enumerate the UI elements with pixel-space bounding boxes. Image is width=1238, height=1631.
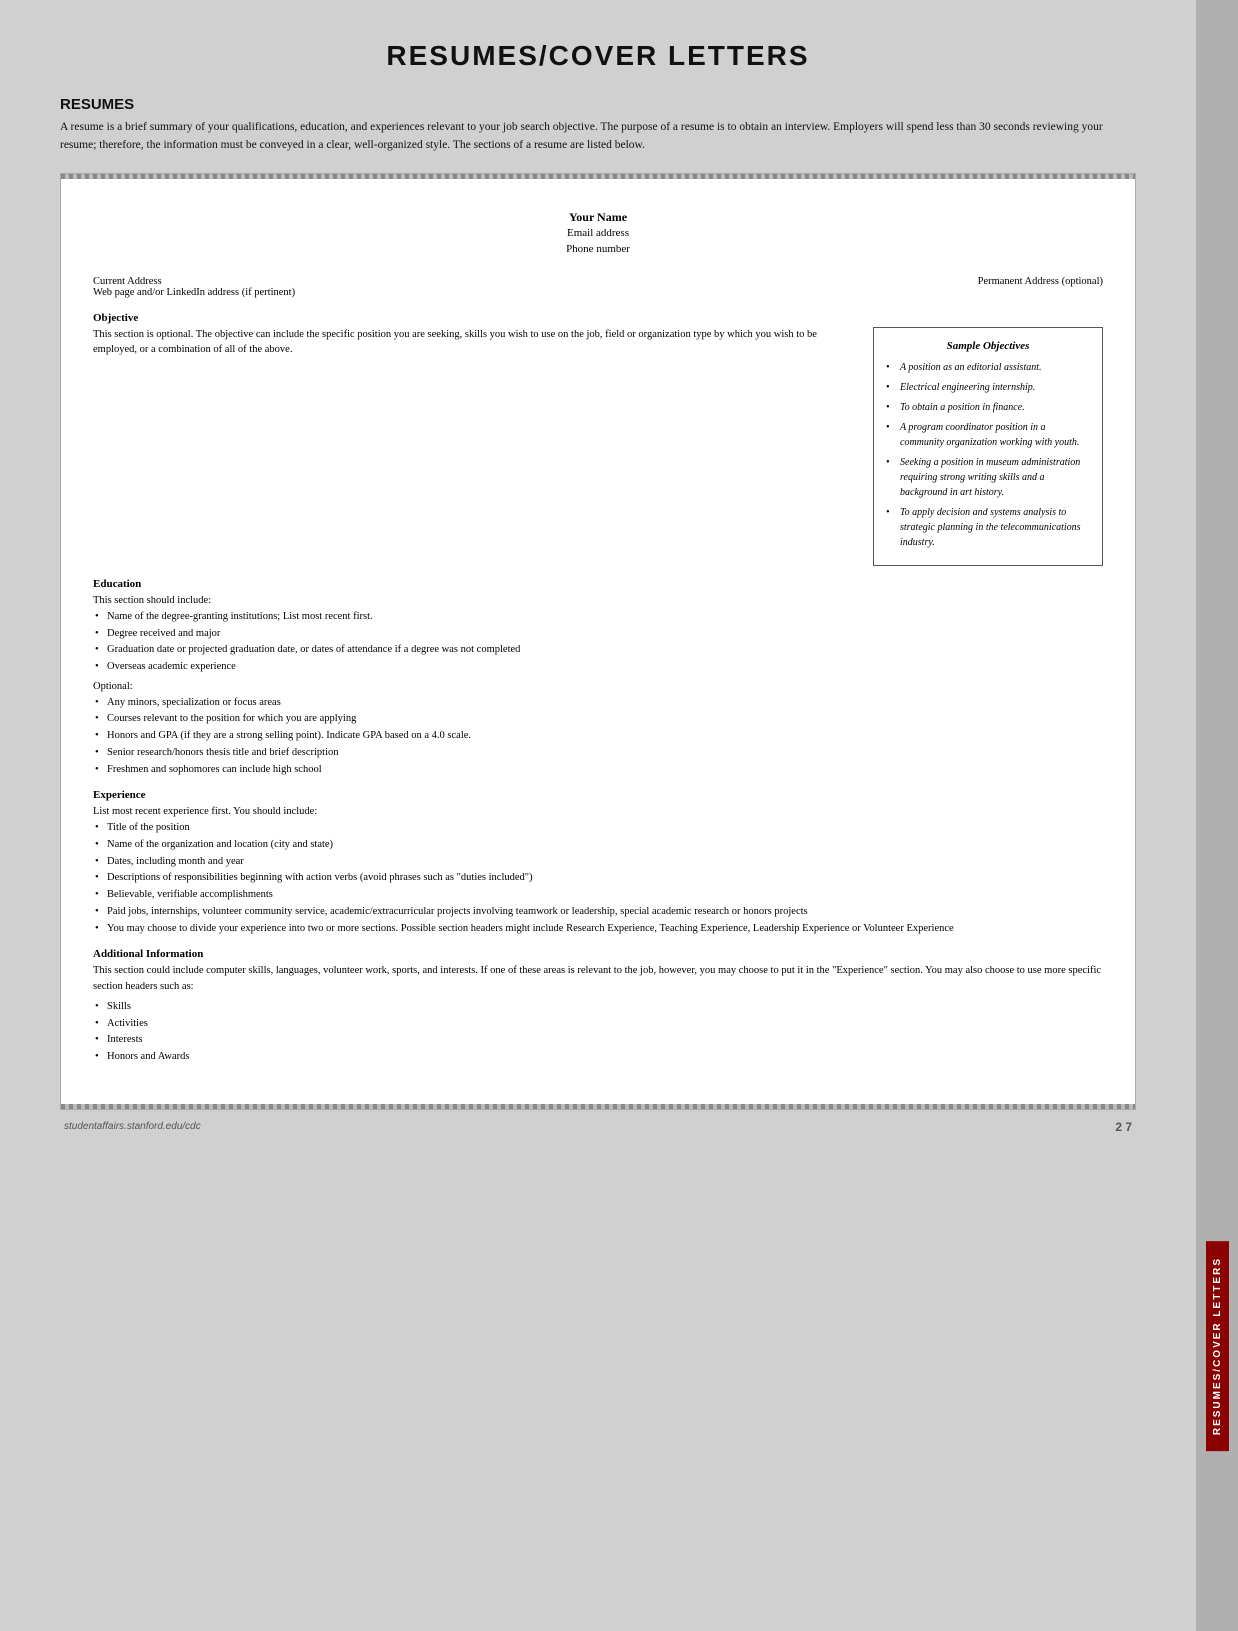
list-item: Activities	[93, 1016, 1103, 1032]
education-intro: This section should include:	[93, 593, 1103, 609]
list-item: To apply decision and systems analysis t…	[886, 505, 1090, 550]
sample-objectives-list: A position as an editorial assistant. El…	[886, 360, 1090, 550]
list-item: Senior research/honors thesis title and …	[93, 745, 1103, 761]
education-optional-label: Optional:	[93, 679, 1103, 695]
right-sidebar: RESUMES/COVER LETTERS	[1196, 0, 1238, 1631]
list-item: Paid jobs, internships, volunteer commun…	[93, 904, 1103, 920]
list-item: Skills	[93, 999, 1103, 1015]
page-footer: studentaffairs.stanford.edu/cdc 2 7	[60, 1120, 1136, 1134]
list-item: A program coordinator position in a comm…	[886, 420, 1090, 450]
sidebar-tab: RESUMES/COVER LETTERS	[1206, 1241, 1229, 1451]
experience-intro: List most recent experience first. You s…	[93, 804, 1103, 820]
education-section: Education This section should include: N…	[93, 578, 1103, 777]
experience-list: Title of the position Name of the organi…	[93, 820, 1103, 936]
list-item: Believable, verifiable accomplishments	[93, 887, 1103, 903]
resume-template-box: Your Name Email address Phone number Cur…	[60, 173, 1136, 1110]
education-body: This section should include: Name of the…	[93, 593, 1103, 777]
list-item: Name of the organization and location (c…	[93, 837, 1103, 853]
web-label: Web page and/or LinkedIn address (if per…	[93, 287, 978, 298]
page-title: RESUMES/COVER LETTERS	[60, 40, 1136, 72]
objective-row: This section is optional. The objective …	[93, 327, 1103, 567]
list-item: Freshmen and sophomores can include high…	[93, 762, 1103, 778]
current-address-block: Current Address Web page and/or LinkedIn…	[93, 276, 978, 298]
additional-title: Additional Information	[93, 948, 1103, 960]
list-item: Overseas academic experience	[93, 659, 1103, 675]
list-item: Name of the degree-granting institutions…	[93, 609, 1103, 625]
education-optional-list: Any minors, specialization or focus area…	[93, 695, 1103, 778]
list-item: Seeking a position in museum administrat…	[886, 455, 1090, 500]
experience-body: List most recent experience first. You s…	[93, 804, 1103, 936]
list-item: You may choose to divide your experience…	[93, 921, 1103, 937]
permanent-address-label: Permanent Address (optional)	[978, 276, 1103, 287]
additional-section: Additional Information This section coul…	[93, 948, 1103, 1065]
education-required-list: Name of the degree-granting institutions…	[93, 609, 1103, 675]
additional-body: This section could include computer skil…	[93, 963, 1103, 1065]
list-item: Honors and GPA (if they are a strong sel…	[93, 728, 1103, 744]
resumes-intro-text: A resume is a brief summary of your qual…	[60, 119, 1136, 155]
objective-title: Objective	[93, 312, 1103, 324]
list-item: A position as an editorial assistant.	[886, 360, 1090, 375]
resumes-intro-section: RESUMES A resume is a brief summary of y…	[60, 96, 1136, 155]
objective-text: This section is optional. The objective …	[93, 327, 857, 359]
list-item: To obtain a position in finance.	[886, 400, 1090, 415]
objective-body: This section is optional. The objective …	[93, 327, 857, 567]
additional-intro: This section could include computer skil…	[93, 963, 1103, 995]
list-item: Title of the position	[93, 820, 1103, 836]
list-item: Descriptions of responsibilities beginni…	[93, 870, 1103, 886]
resume-email: Email address	[93, 225, 1103, 242]
page-content: RESUMES/COVER LETTERS RESUMES A resume i…	[0, 0, 1196, 1631]
current-address-label: Current Address	[93, 276, 978, 287]
list-item: Electrical engineering internship.	[886, 380, 1090, 395]
objective-section: Objective This section is optional. The …	[93, 312, 1103, 567]
education-title: Education	[93, 578, 1103, 590]
sample-objectives-title: Sample Objectives	[886, 338, 1090, 355]
list-item: Courses relevant to the position for whi…	[93, 711, 1103, 727]
list-item: Honors and Awards	[93, 1049, 1103, 1065]
experience-section: Experience List most recent experience f…	[93, 789, 1103, 936]
sample-objectives-box: Sample Objectives A position as an edito…	[873, 327, 1103, 567]
list-item: Any minors, specialization or focus area…	[93, 695, 1103, 711]
footer-page: 2 7	[1115, 1120, 1132, 1134]
permanent-address-block: Permanent Address (optional)	[978, 276, 1103, 298]
additional-list: Skills Activities Interests Honors and A…	[93, 999, 1103, 1065]
experience-title: Experience	[93, 789, 1103, 801]
address-row: Current Address Web page and/or LinkedIn…	[93, 276, 1103, 298]
resume-phone: Phone number	[93, 241, 1103, 258]
resume-header: Your Name Email address Phone number	[93, 202, 1103, 258]
resume-name: Your Name	[93, 210, 1103, 225]
list-item: Graduation date or projected graduation …	[93, 642, 1103, 658]
footer-url: studentaffairs.stanford.edu/cdc	[64, 1121, 201, 1132]
list-item: Interests	[93, 1032, 1103, 1048]
resumes-heading: RESUMES	[60, 96, 1136, 113]
list-item: Dates, including month and year	[93, 854, 1103, 870]
list-item: Degree received and major	[93, 626, 1103, 642]
